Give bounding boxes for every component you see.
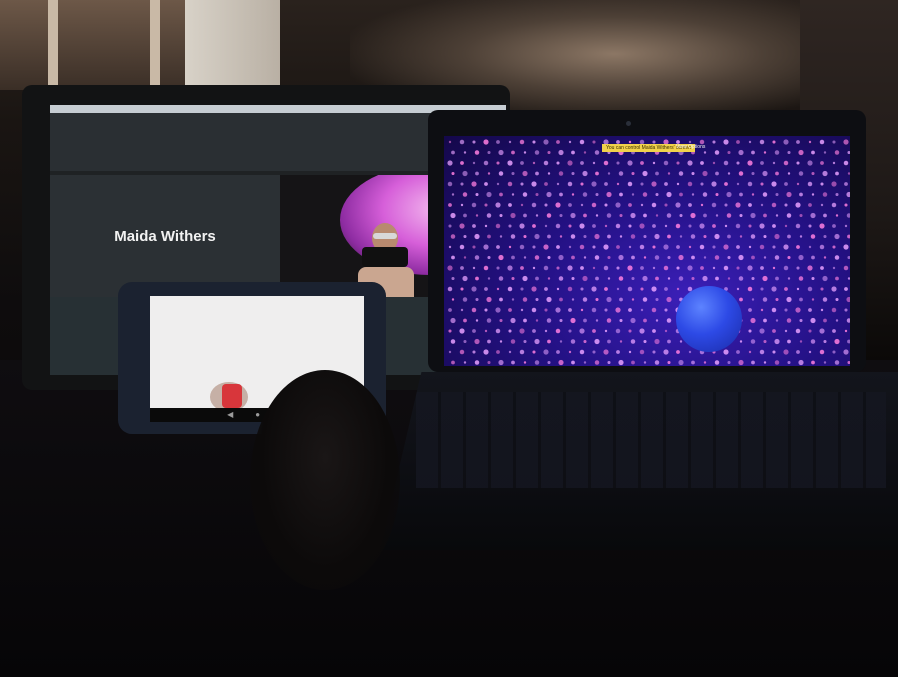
- laptop-screen: You can control Maida Withers' screen Vi…: [444, 136, 850, 366]
- participant-name-tile[interactable]: Maida Withers: [50, 175, 280, 297]
- background-shelf: [0, 0, 200, 90]
- photo-scene: Maida Withers You can control Maida With…: [0, 0, 898, 677]
- back-icon[interactable]: ◀: [227, 411, 233, 419]
- background-door: [185, 0, 280, 90]
- view-options-button[interactable]: View Options: [676, 143, 705, 152]
- participant-name: Maida Withers: [114, 227, 216, 245]
- particle-grid: [447, 139, 850, 366]
- camera-device: [362, 247, 408, 267]
- foreground-hand-shadow: [250, 370, 400, 590]
- laptop-keyboard: [416, 392, 886, 488]
- glasses: [373, 233, 397, 239]
- laptop-base: [380, 372, 898, 550]
- shelf-pole: [48, 0, 58, 90]
- laptop: You can control Maida Withers' screen Vi…: [428, 110, 866, 372]
- home-icon[interactable]: ●: [255, 411, 260, 419]
- blue-sphere: [676, 286, 742, 352]
- red-phone-image: [222, 384, 242, 408]
- webcam-icon: [626, 121, 631, 126]
- shelf-pole: [150, 0, 160, 90]
